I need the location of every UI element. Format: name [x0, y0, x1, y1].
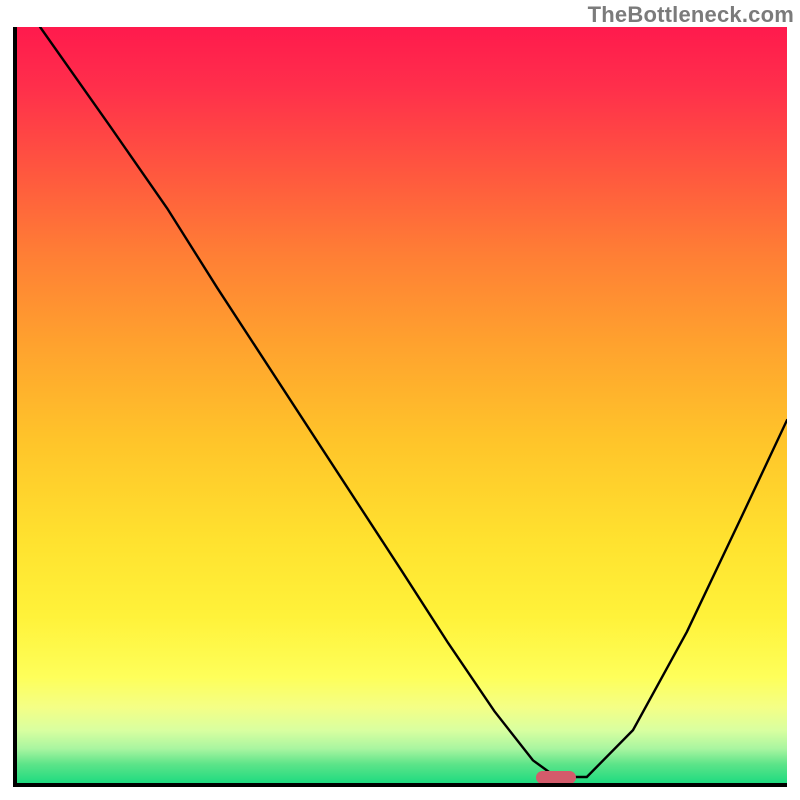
watermark-text: TheBottleneck.com: [588, 2, 794, 28]
bottleneck-chart: TheBottleneck.com: [0, 0, 800, 800]
curve-path: [40, 27, 787, 777]
bottleneck-curve: [17, 27, 787, 783]
plot-area: [13, 27, 787, 787]
optimal-marker: [536, 771, 576, 784]
